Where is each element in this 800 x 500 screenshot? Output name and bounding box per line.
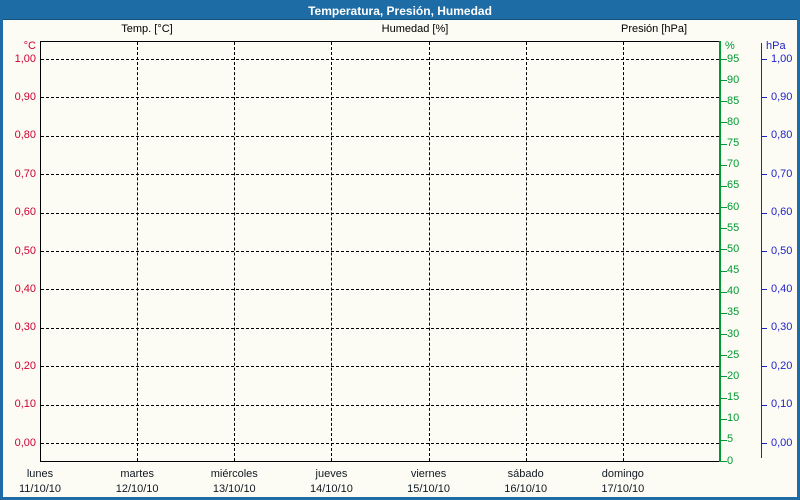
pressure-axis-tick-label: 0,00: [771, 436, 793, 449]
humidity-axis-tick-label: 0: [727, 454, 734, 467]
date-label: 13/10/10: [212, 483, 256, 495]
temp-axis-tick-label: 0,00: [14, 436, 36, 449]
pressure-axis-tick-label: 0,50: [771, 244, 793, 257]
day-label: viernes: [410, 468, 447, 480]
humidity-axis-tick-label: 15: [727, 391, 740, 404]
pressure-axis-tick: [761, 97, 767, 99]
v-gridline: [137, 42, 139, 461]
day-label: jueves: [315, 468, 348, 480]
h-gridline: [41, 174, 719, 176]
h-gridline: [41, 59, 719, 60]
temp-axis-tick-label: 1,00: [14, 52, 36, 65]
day-label: martes: [120, 468, 154, 480]
humidity-axis-tick-label: 80: [727, 115, 740, 128]
h-gridline: [41, 289, 719, 291]
temp-axis-tick-label: 0,50: [14, 244, 36, 257]
date-label: 16/10/10: [504, 483, 548, 495]
h-gridline: [41, 327, 719, 329]
legend-pressure-label: Presión [hPa]: [620, 23, 688, 35]
pressure-axis-tick: [761, 404, 767, 406]
pressure-axis-tick: [761, 135, 767, 137]
pressure-axis-tick: [761, 59, 767, 60]
pressure-axis-unit: hPa: [766, 40, 786, 52]
v-gridline: [622, 42, 624, 461]
humidity-axis-tick-label: 45: [727, 264, 740, 277]
pressure-axis-tick-label: 0,80: [771, 129, 793, 142]
h-gridline: [41, 443, 719, 444]
legend-humidity-label: Humedad [%]: [381, 23, 449, 35]
humidity-axis-tick-label: 65: [727, 179, 740, 192]
h-gridline: [41, 366, 719, 368]
day-label: miércoles: [210, 468, 258, 480]
humidity-axis-tick-label: 95: [727, 52, 740, 65]
date-label: 14/10/10: [310, 483, 353, 495]
plot-frame-top: [40, 41, 720, 42]
humidity-axis-unit: %: [725, 40, 735, 52]
h-gridline: [41, 404, 719, 406]
humidity-axis-tick-label: 40: [727, 285, 740, 298]
titlebar: Temperatura, Presión, Humedad: [3, 3, 797, 20]
humidity-axis-tick-label: 35: [727, 306, 740, 319]
legend-temp-label: Temp. [°C]: [121, 23, 173, 35]
temp-axis-tick-label: 0,30: [14, 321, 36, 334]
pressure-axis-tick: [761, 327, 767, 329]
day-label: domingo: [601, 468, 644, 480]
temp-axis-tick-label: 0,90: [14, 90, 36, 103]
pressure-axis-tick: [761, 443, 767, 444]
pressure-axis-tick: [761, 289, 767, 291]
plot-frame-bottom: [40, 461, 721, 462]
temp-axis-tick-label: 0,60: [14, 206, 36, 219]
humidity-axis-tick-label: 85: [727, 94, 740, 107]
pressure-axis-tick-label: 0,10: [771, 398, 793, 411]
v-gridline: [331, 42, 333, 461]
temp-axis-tick-label: 0,70: [14, 167, 36, 180]
h-gridline: [41, 97, 719, 99]
humidity-axis-tick-label: 5: [727, 433, 734, 446]
date-label: 15/10/10: [407, 483, 450, 495]
h-gridline: [41, 212, 719, 214]
pressure-axis-tick-label: 0,30: [771, 321, 793, 334]
date-label: 12/10/10: [115, 483, 159, 495]
date-label: 17/10/10: [601, 483, 645, 495]
humidity-axis-tick-label: 55: [727, 221, 740, 234]
humidity-axis-tick-label: 60: [727, 200, 740, 213]
h-gridline: [41, 135, 719, 137]
v-gridline: [525, 42, 527, 461]
humidity-axis-line: [719, 41, 721, 462]
humidity-axis-tick-label: 10: [727, 412, 740, 425]
pressure-axis-tick-label: 0,60: [771, 206, 793, 219]
day-label: lunes: [26, 468, 54, 480]
pressure-axis-tick: [761, 366, 767, 368]
temp-axis-tick-label: 0,80: [14, 129, 36, 142]
humidity-axis-tick-label: 30: [727, 327, 740, 340]
pressure-axis-tick-label: 0,20: [771, 359, 793, 372]
humidity-axis-tick-label: 50: [727, 242, 740, 255]
pressure-axis-tick: [761, 212, 767, 214]
chart-plot-area: [40, 41, 721, 462]
day-label: sábado: [507, 468, 544, 480]
humidity-axis-tick-label: 25: [727, 348, 740, 361]
temp-axis-tick-label: 0,10: [14, 398, 36, 411]
v-gridline: [234, 42, 236, 461]
date-label: 11/10/10: [18, 483, 61, 495]
pressure-axis-tick: [761, 251, 767, 252]
pressure-axis-tick: [761, 174, 767, 176]
humidity-axis-tick-label: 70: [727, 158, 740, 171]
temp-axis-tick-label: 0,40: [14, 282, 36, 295]
chart-window: Temperatura, Presión, Humedad Temp. [°C]…: [0, 0, 800, 500]
window-title: Temperatura, Presión, Humedad: [308, 4, 492, 18]
humidity-axis-tick-label: 20: [727, 369, 740, 382]
temp-axis-unit: °C: [23, 40, 36, 52]
pressure-axis-tick-label: 0,90: [771, 90, 793, 103]
pressure-axis-tick-label: 1,00: [771, 52, 793, 65]
humidity-axis-tick-label: 90: [727, 73, 740, 86]
pressure-axis-tick-label: 0,40: [771, 282, 793, 295]
v-gridline: [428, 42, 430, 461]
h-gridline: [41, 251, 719, 252]
temp-axis-tick-label: 0,20: [14, 359, 36, 372]
humidity-axis-tick-label: 75: [727, 137, 740, 150]
pressure-axis-tick-label: 0,70: [771, 167, 793, 180]
